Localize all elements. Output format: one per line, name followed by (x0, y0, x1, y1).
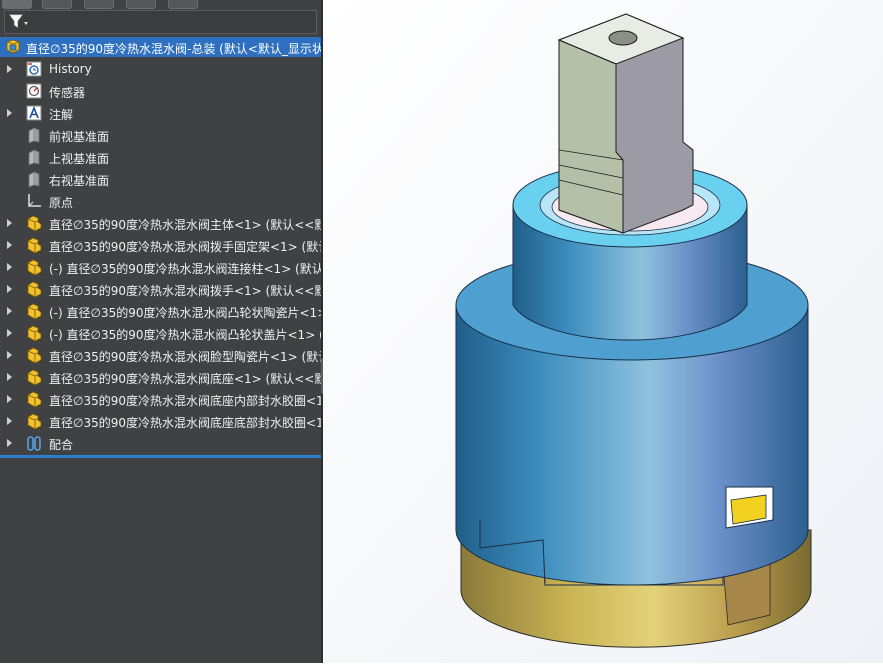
tree-item-part[interactable]: (-) 直径∅35的90度冷热水混水阀连接柱<1> (默认 (0, 257, 321, 277)
tree-item-label: 传感器 (49, 86, 86, 100)
part-icon (27, 215, 42, 232)
origin-icon (28, 194, 41, 207)
expand-arrow-icon[interactable] (7, 417, 12, 425)
tree-item-right-plane[interactable]: 右视基准面 (0, 169, 321, 189)
tree-item-label: 直径∅35的90度冷热水混水阀底座底部封水胶圈<1 (49, 416, 321, 430)
tree-item-sensors[interactable]: 传感器 (0, 81, 321, 101)
cartridge-valve-model[interactable] (323, 0, 883, 663)
tree-item-label: 上视基准面 (49, 152, 110, 166)
panel-tabs (0, 0, 321, 9)
tree-item-label: (-) 直径∅35的90度冷热水混水阀凸轮状陶瓷片<1> (49, 306, 321, 320)
tree-item-label: 直径∅35的90度冷热水混水阀拨手固定架<1> (默认 (49, 240, 321, 254)
history-icon (26, 61, 42, 77)
mates-icon (27, 436, 41, 451)
tree-item-label: 原点 (49, 196, 74, 210)
tree-item-top-plane[interactable]: 上视基准面 (0, 147, 321, 167)
tree-filter[interactable] (4, 10, 317, 34)
tree-item-label: (-) 直径∅35的90度冷热水混水阀连接柱<1> (默认 (49, 262, 321, 276)
part-icon (27, 347, 42, 364)
tab-dimxpert-manager[interactable] (126, 0, 156, 9)
tree-item-label: 注解 (49, 108, 74, 122)
plane-icon (28, 127, 40, 144)
tree-item-label: 前视基准面 (49, 130, 110, 144)
expand-arrow-icon[interactable] (7, 351, 12, 359)
expand-arrow-icon[interactable] (7, 329, 12, 337)
tab-configuration-manager[interactable] (84, 0, 114, 9)
tree-item-part[interactable]: 直径∅35的90度冷热水混水阀底座<1> (默认<<默 (0, 367, 321, 387)
tree-root-assembly[interactable]: 直径∅35的90度冷热水混水阀-总装 (默认<默认_显示状 (0, 37, 321, 57)
tree-item-history[interactable]: History (0, 59, 321, 79)
part-icon (27, 325, 42, 342)
tree-item-label: 直径∅35的90度冷热水混水阀底座<1> (默认<<默 (49, 372, 321, 386)
expand-arrow-icon[interactable] (7, 219, 12, 227)
tree-item-label: (-) 直径∅35的90度冷热水混水阀凸轮状盖片<1> ( (49, 328, 321, 342)
tab-property-manager[interactable] (42, 0, 72, 9)
tree-item-part[interactable]: (-) 直径∅35的90度冷热水混水阀凸轮状陶瓷片<1> (0, 301, 321, 321)
tree-item-part[interactable]: 直径∅35的90度冷热水混水阀底座底部封水胶圈<1 (0, 411, 321, 431)
expand-arrow-icon[interactable] (7, 263, 12, 271)
tree-item-label: 直径∅35的90度冷热水混水阀底座内部封水胶圈<1 (49, 394, 321, 408)
filter-icon[interactable] (8, 13, 30, 31)
part-icon (27, 369, 42, 386)
expand-arrow-icon[interactable] (7, 285, 12, 293)
part-icon (27, 303, 42, 320)
feature-manager-panel: 直径∅35的90度冷热水混水阀-总装 (默认<默认_显示状 History 传感… (0, 0, 321, 663)
tree-item-label: 右视基准面 (49, 174, 110, 188)
tree-item-part[interactable]: 直径∅35的90度冷热水混水阀主体<1> (默认<<默 (0, 213, 321, 233)
tree-root-label: 直径∅35的90度冷热水混水阀-总装 (默认<默认_显示状 (26, 42, 321, 56)
tree-item-label: 直径∅35的90度冷热水混水阀脸型陶瓷片<1> (默认 (49, 350, 321, 364)
tree-item-label: History (49, 62, 92, 76)
part-icon (27, 281, 42, 298)
part-icon (27, 259, 42, 276)
expand-arrow-icon[interactable] (7, 373, 12, 381)
tab-feature-manager[interactable] (2, 0, 32, 9)
expand-arrow-icon[interactable] (7, 65, 12, 73)
tree-item-label: 直径∅35的90度冷热水混水阀主体<1> (默认<<默 (49, 218, 321, 232)
expand-arrow-icon[interactable] (7, 395, 12, 403)
tree-item-label: 配合 (49, 438, 74, 452)
tree-item-label: 直径∅35的90度冷热水混水阀拨手<1> (默认<<默 (49, 284, 321, 298)
tree-item-part[interactable]: 直径∅35的90度冷热水混水阀拨手固定架<1> (默认 (0, 235, 321, 255)
graphics-viewport[interactable] (323, 0, 883, 663)
tab-display-manager[interactable] (168, 0, 198, 9)
expand-arrow-icon[interactable] (7, 307, 12, 315)
sensor-icon (26, 83, 42, 99)
tree-item-part[interactable]: (-) 直径∅35的90度冷热水混水阀凸轮状盖片<1> ( (0, 323, 321, 343)
part-icon (27, 413, 42, 430)
tree-end-marker (0, 455, 321, 458)
tree-item-mates[interactable]: 配合 (0, 433, 321, 453)
expand-arrow-icon[interactable] (7, 109, 12, 117)
part-icon (27, 237, 42, 254)
tree-item-origin[interactable]: 原点 (0, 191, 321, 211)
tree-item-part[interactable]: 直径∅35的90度冷热水混水阀底座内部封水胶圈<1 (0, 389, 321, 409)
tree-item-part[interactable]: 直径∅35的90度冷热水混水阀脸型陶瓷片<1> (默认 (0, 345, 321, 365)
expand-arrow-icon[interactable] (7, 439, 12, 447)
tree-item-front-plane[interactable]: 前视基准面 (0, 125, 321, 145)
plane-icon (28, 149, 40, 166)
tree-item-annotations[interactable]: 注解 (0, 103, 321, 123)
tree-item-part[interactable]: 直径∅35的90度冷热水混水阀拨手<1> (默认<<默 (0, 279, 321, 299)
expand-arrow-icon[interactable] (7, 241, 12, 249)
annotation-icon (26, 105, 42, 121)
valve-stem (557, 13, 694, 234)
plane-icon (28, 171, 40, 188)
part-icon (27, 391, 42, 408)
assembly-icon (6, 39, 20, 54)
